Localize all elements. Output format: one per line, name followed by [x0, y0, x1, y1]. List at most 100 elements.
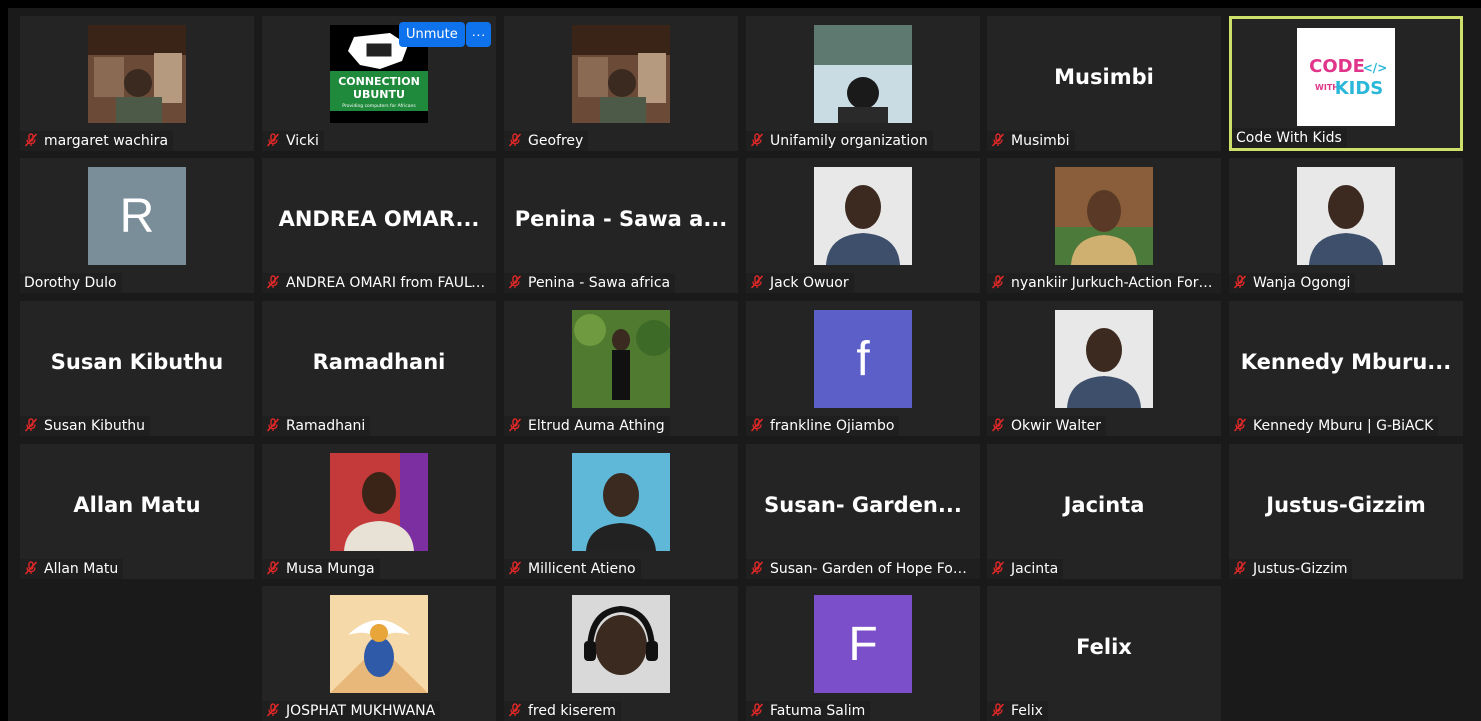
participant-video — [572, 310, 670, 408]
participant-name: Jacinta — [1011, 561, 1059, 577]
participant-tile[interactable]: Musa Munga — [262, 444, 496, 579]
muted-mic-icon — [991, 133, 1005, 147]
participant-tile[interactable]: Kennedy Mburu... Kennedy Mburu | G-BiACK — [1229, 301, 1463, 436]
muted-mic-icon — [1233, 418, 1247, 432]
participant-video — [1055, 167, 1153, 265]
participant-name-label: Kennedy Mburu | G-BiACK — [1229, 416, 1439, 436]
participant-tile[interactable]: CODE </> WITH KIDS Code With Kids — [1229, 16, 1463, 151]
participant-avatar: f — [814, 310, 912, 408]
muted-mic-icon — [508, 418, 522, 432]
participant-display-name: ANDREA OMAR... — [278, 207, 480, 231]
participant-avatar: F — [814, 595, 912, 693]
participant-name: Penina - Sawa africa — [528, 275, 671, 291]
participant-display-name: Felix — [1076, 635, 1132, 659]
participant-display-name: Penina - Sawa a... — [514, 207, 728, 231]
participant-tile[interactable]: Okwir Walter — [987, 301, 1221, 436]
participant-name-label: Unifamily organization — [746, 131, 933, 151]
gallery-view: margaret wachira CONNECTION UBUNTU Providin… — [8, 8, 1481, 721]
muted-mic-icon — [266, 133, 280, 147]
participant-tile[interactable]: Musimbi Musimbi — [987, 16, 1221, 151]
participant-tile[interactable]: fred kiserem — [504, 586, 738, 721]
participant-name: Musimbi — [1011, 133, 1070, 149]
participant-tile[interactable]: Felix Felix — [987, 586, 1221, 721]
participant-display-name: Allan Matu — [73, 493, 201, 517]
participant-video — [88, 25, 186, 123]
participant-tile[interactable]: margaret wachira — [20, 16, 254, 151]
participant-name: Unifamily organization — [770, 133, 928, 149]
more-options-button[interactable]: ··· — [466, 22, 491, 47]
participant-tile[interactable]: Ramadhani Ramadhani — [262, 301, 496, 436]
participant-tile[interactable]: Jack Owuor — [746, 158, 980, 293]
participant-name: Ramadhani — [286, 418, 366, 434]
participant-name: Susan Kibuthu — [44, 418, 146, 434]
unmute-button[interactable]: Unmute — [399, 22, 465, 47]
participant-name: Geofrey — [528, 133, 584, 149]
participant-video — [1297, 167, 1395, 265]
participant-tile[interactable]: F Fatuma Salim — [746, 586, 980, 721]
svg-text:CONNECTION: CONNECTION — [338, 75, 420, 88]
participant-tile[interactable]: Susan Kibuthu Susan Kibuthu — [20, 301, 254, 436]
participant-display-name: Susan Kibuthu — [50, 350, 224, 374]
muted-mic-icon — [750, 133, 764, 147]
participant-name-label: Dorothy Dulo — [20, 273, 122, 293]
participant-name: Fatuma Salim — [770, 703, 866, 719]
participant-name-label: nyankiir Jurkuch-Action For ... — [987, 273, 1221, 293]
participant-tile[interactable]: Unifamily organization — [746, 16, 980, 151]
participant-name-label: Geofrey — [504, 131, 589, 151]
participant-tile[interactable]: Penina - Sawa a... Penina - Sawa africa — [504, 158, 738, 293]
participant-tile[interactable]: Susan- Garden... Susan- Garden of Hope Fo… — [746, 444, 980, 579]
participant-name-label: margaret wachira — [20, 131, 174, 151]
participant-name: nyankiir Jurkuch-Action For ... — [1011, 275, 1217, 291]
participant-avatar: R — [88, 167, 186, 265]
participant-video — [814, 167, 912, 265]
participant-name-label: fred kiserem — [504, 701, 621, 721]
participant-tile[interactable]: Justus-Gizzim Justus-Gizzim — [1229, 444, 1463, 579]
participant-name: Jack Owuor — [770, 275, 849, 291]
participant-name: Allan Matu — [44, 561, 119, 577]
participant-tile[interactable]: R Dorothy Dulo — [20, 158, 254, 293]
participant-display-name: Jacinta — [1063, 493, 1145, 517]
participant-name-label: Wanja Ogongi — [1229, 273, 1356, 293]
participant-name-label: Allan Matu — [20, 559, 124, 579]
participant-tile[interactable]: f frankline Ojiambo — [746, 301, 980, 436]
participant-tile[interactable]: ANDREA OMAR... ANDREA OMARI from FAULU... — [262, 158, 496, 293]
participant-tile[interactable]: Wanja Ogongi — [1229, 158, 1463, 293]
muted-mic-icon — [1233, 561, 1247, 575]
muted-mic-icon — [508, 275, 522, 289]
participant-tile[interactable]: JOSPHAT MUKHWANA — [262, 586, 496, 721]
participant-name-label: Musimbi — [987, 131, 1075, 151]
muted-mic-icon — [750, 703, 764, 717]
muted-mic-icon — [750, 561, 764, 575]
participant-name-label: JOSPHAT MUKHWANA — [262, 701, 441, 721]
muted-mic-icon — [266, 275, 280, 289]
participant-tile[interactable]: Allan Matu Allan Matu — [20, 444, 254, 579]
participant-video — [1055, 310, 1153, 408]
participant-name: Kennedy Mburu | G-BiACK — [1253, 418, 1434, 434]
avatar-letter: F — [848, 617, 878, 671]
participant-name: Felix — [1011, 703, 1043, 719]
participant-tile[interactable]: Eltrud Auma Athing — [504, 301, 738, 436]
muted-mic-icon — [266, 703, 280, 717]
participant-video: CODE </> WITH KIDS — [1297, 28, 1395, 126]
muted-mic-icon — [266, 418, 280, 432]
participant-display-name: Justus-Gizzim — [1266, 493, 1426, 517]
participant-name: margaret wachira — [44, 133, 169, 149]
participant-tile[interactable]: Jacinta Jacinta — [987, 444, 1221, 579]
participant-name: Okwir Walter — [1011, 418, 1101, 434]
participant-name-label: ANDREA OMARI from FAULU... — [262, 273, 496, 293]
participant-tile[interactable]: Millicent Atieno — [504, 444, 738, 579]
participant-tile[interactable]: CONNECTION UBUNTU Providing computers for … — [262, 16, 496, 151]
participant-name: frankline Ojiambo — [770, 418, 895, 434]
avatar-letter: R — [119, 189, 155, 243]
participant-tile[interactable]: Geofrey — [504, 16, 738, 151]
muted-mic-icon — [24, 561, 38, 575]
participant-name: Eltrud Auma Athing — [528, 418, 665, 434]
participant-name: Musa Munga — [286, 561, 375, 577]
svg-text:Providing computers for Africa: Providing computers for Africans — [342, 103, 416, 109]
muted-mic-icon — [991, 275, 1005, 289]
participant-tile[interactable]: nyankiir Jurkuch-Action For ... — [987, 158, 1221, 293]
muted-mic-icon — [24, 133, 38, 147]
svg-text:KIDS: KIDS — [1335, 78, 1384, 99]
participant-video — [814, 25, 912, 123]
svg-text:</>: </> — [1363, 61, 1388, 75]
